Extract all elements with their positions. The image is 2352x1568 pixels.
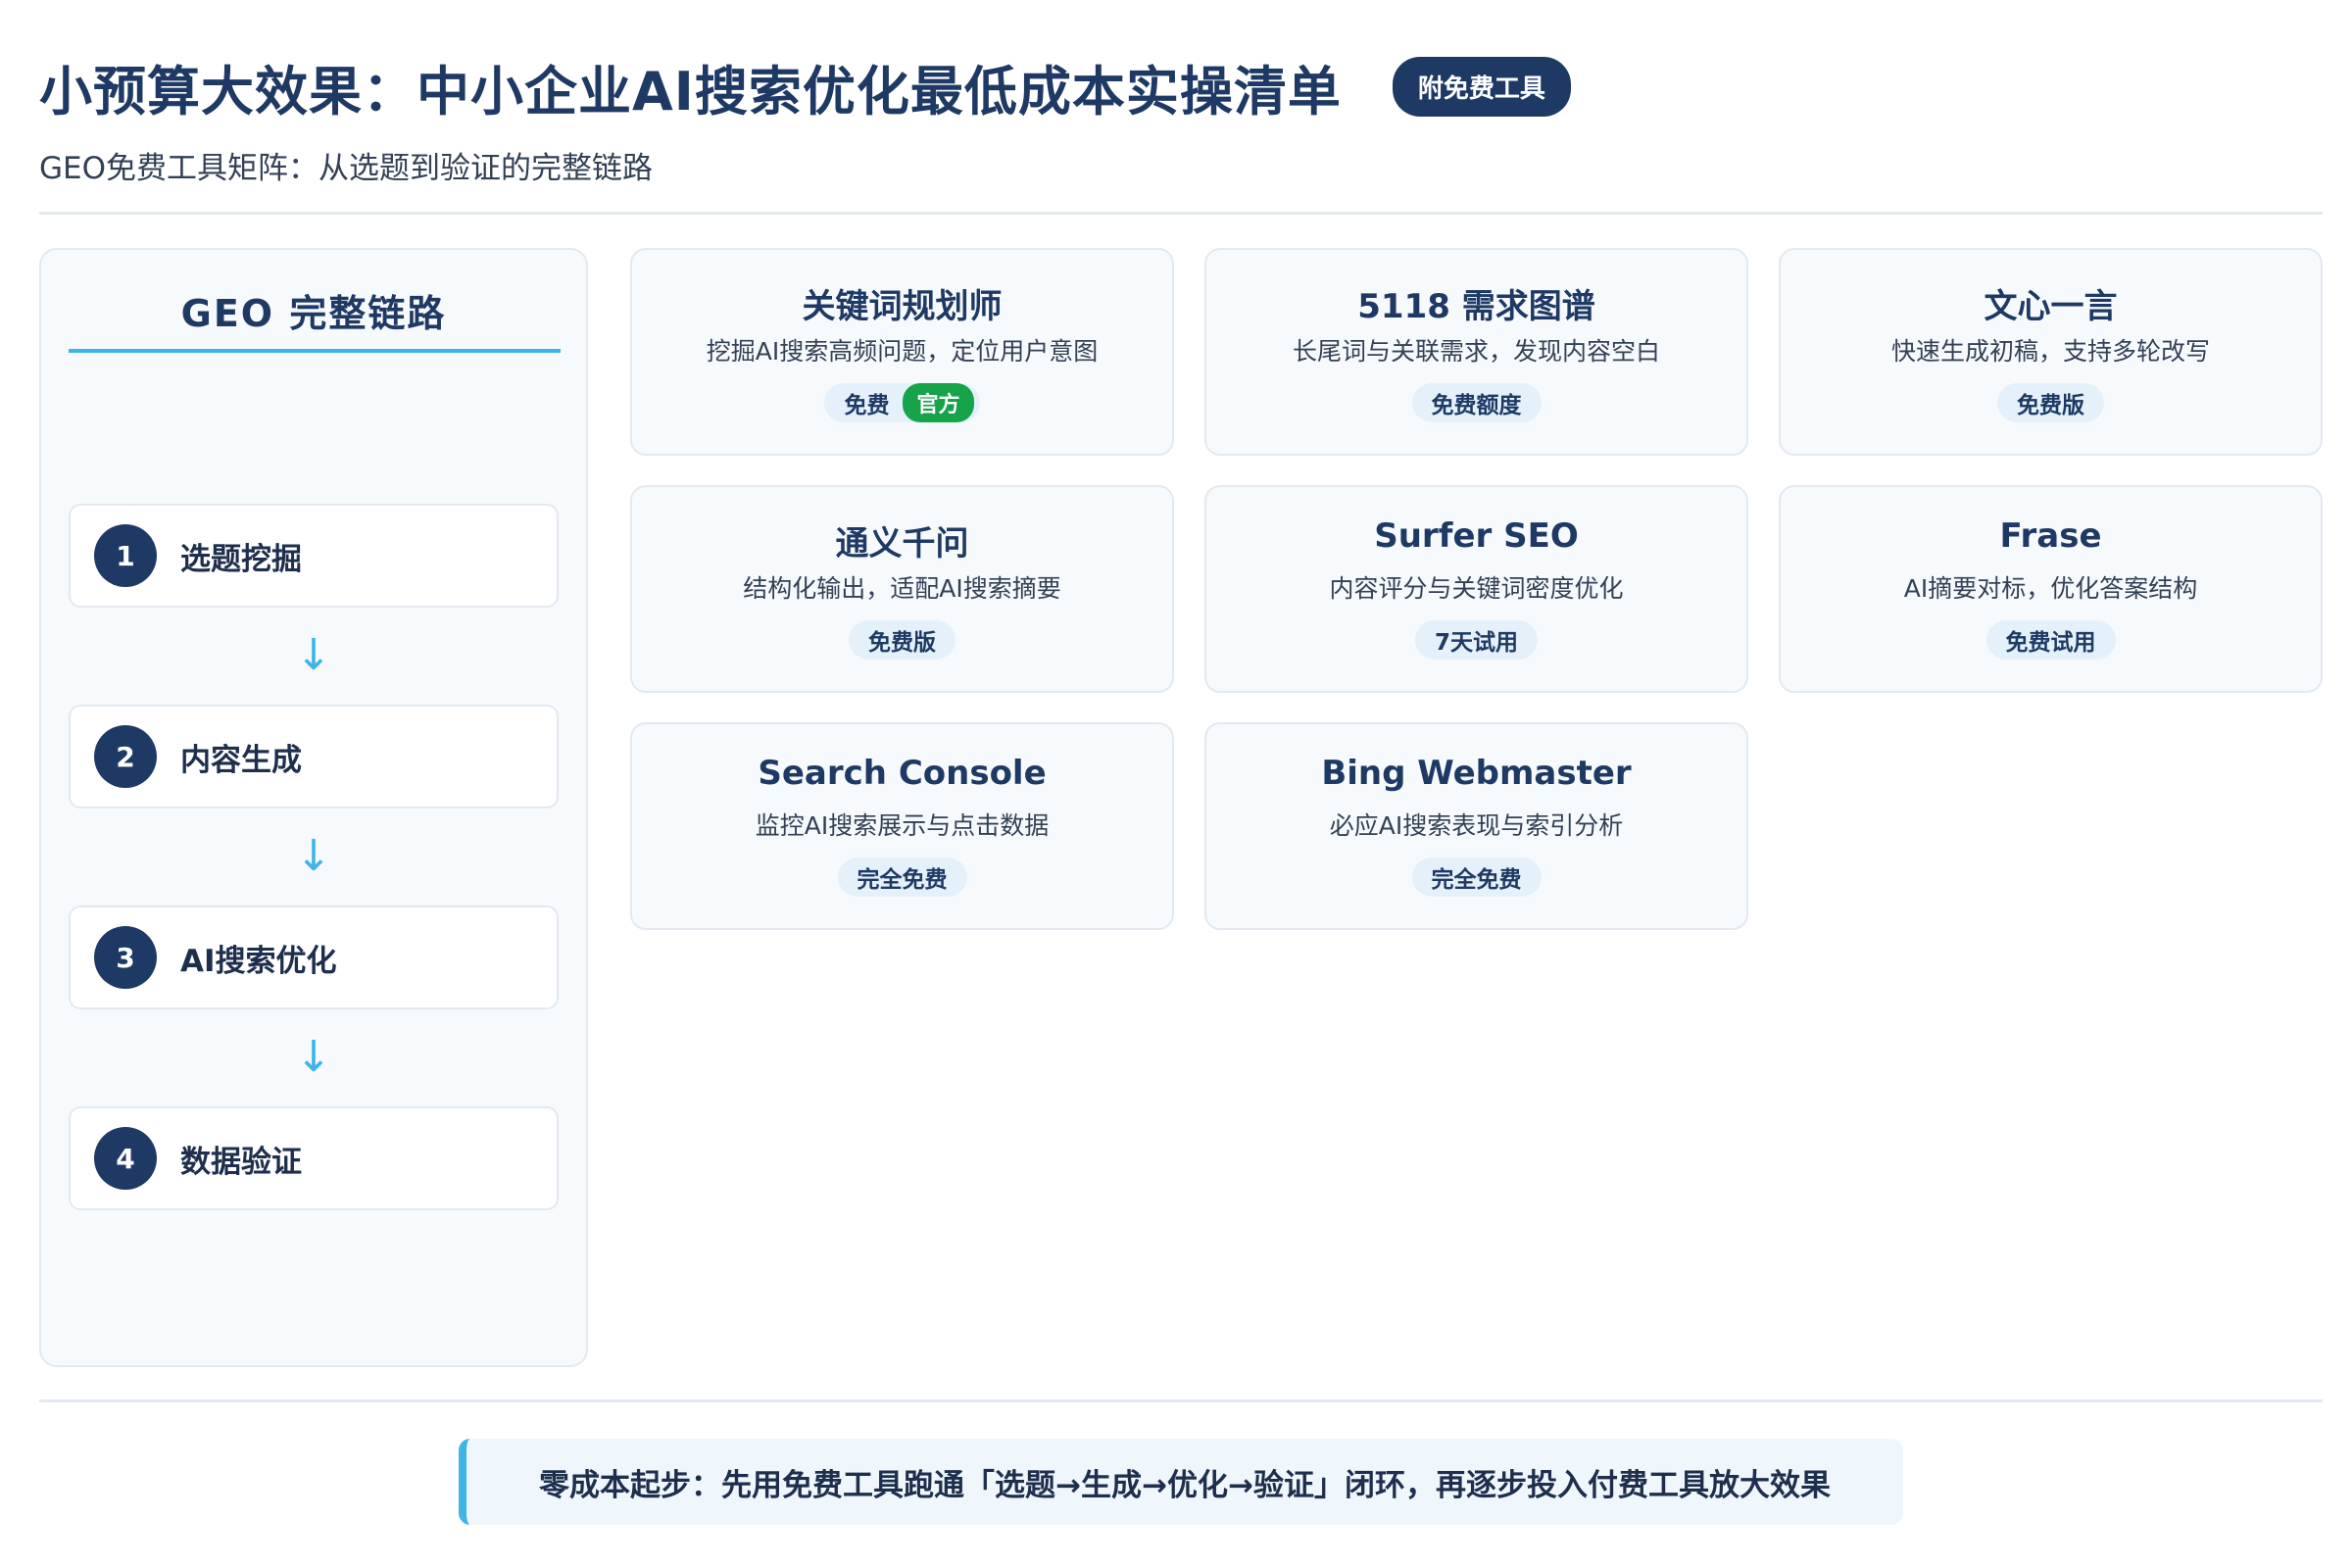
tool-name: Frase: [1999, 516, 2102, 556]
tool-name: 通义千问: [835, 524, 969, 564]
flow-title-underline: [69, 349, 561, 353]
flow-step-1: 1 选题挖掘: [69, 504, 559, 608]
tool-card-search-console: Search Console 监控AI搜索展示与点击数据 完全免费: [630, 722, 1174, 930]
tool-name: Bing Webmaster: [1321, 754, 1632, 793]
tool-name: 5118 需求图谱: [1357, 287, 1595, 326]
tool-name: Search Console: [758, 754, 1047, 793]
tool-tag: 免费试用: [1985, 620, 2116, 660]
down-arrow-icon: ↓: [295, 831, 332, 881]
page-title: 小预算大效果：中小企业AI搜索优化最低成本实操清单: [39, 60, 1342, 122]
free-tools-badge: 附免费工具: [1392, 56, 1571, 117]
tool-tag-label: 完全免费: [857, 867, 948, 893]
tool-tags: 免费 官方: [632, 383, 1172, 422]
tool-tag: 免费额度: [1411, 383, 1542, 422]
step-number: 3: [94, 926, 157, 989]
tool-tag: 7天试用: [1414, 620, 1538, 660]
step-number: 4: [94, 1127, 157, 1190]
footer-divider: [39, 1399, 2323, 1402]
flow-step-4: 4 数据验证: [69, 1106, 559, 1210]
header-divider: [39, 212, 2323, 215]
tool-description: 必应AI搜索表现与索引分析: [1329, 811, 1624, 840]
tool-tags: 免费试用: [1781, 620, 2321, 660]
tool-tags: 完全免费: [632, 858, 1172, 897]
tool-tag-label: 免费额度: [1431, 393, 1522, 418]
tool-tag: 免费版: [849, 620, 956, 660]
tool-card-wenxin: 文心一言 快速生成初稿，支持多轮改写 免费版: [1779, 248, 2323, 456]
tool-tag: 完全免费: [1411, 858, 1542, 897]
tool-tags: 免费版: [1781, 383, 2321, 422]
tool-tag-label: 免费试用: [2005, 630, 2096, 656]
flow-step-3: 3 AI搜索优化: [69, 906, 559, 1009]
tool-card-keyword-planner: 关键词规划师 挖掘AI搜索高频问题，定位用户意图 免费 官方: [630, 248, 1174, 456]
tool-tags: 免费版: [632, 620, 1172, 660]
tool-card-bing-webmaster: Bing Webmaster 必应AI搜索表现与索引分析 完全免费: [1204, 722, 1748, 930]
tool-description: AI摘要对标，优化答案结构: [1903, 574, 2198, 603]
official-tag: 官方: [903, 383, 974, 422]
step-number: 1: [94, 524, 157, 587]
tool-description: 监控AI搜索展示与点击数据: [755, 811, 1050, 840]
tool-description: 结构化输出，适配AI搜索摘要: [743, 574, 1061, 603]
step-label: 数据验证: [180, 1144, 302, 1180]
tool-tag: 免费版: [1997, 383, 2104, 422]
tool-description: 内容评分与关键词密度优化: [1329, 574, 1624, 603]
title-row: 小预算大效果：中小企业AI搜索优化最低成本实操清单 附免费工具: [39, 51, 2323, 122]
step-label: 选题挖掘: [180, 541, 302, 577]
header: 小预算大效果：中小企业AI搜索优化最低成本实操清单 附免费工具 GEO免费工具矩…: [39, 51, 2323, 186]
step-number: 2: [94, 725, 157, 788]
down-arrow-icon: ↓: [295, 630, 332, 680]
tool-description: 挖掘AI搜索高频问题，定位用户意图: [706, 337, 1099, 366]
page: 小预算大效果：中小企业AI搜索优化最低成本实操清单 附免费工具 GEO免费工具矩…: [39, 0, 2323, 1568]
tool-card-tongyi: 通义千问 结构化输出，适配AI搜索摘要 免费版: [630, 485, 1174, 693]
step-label: AI搜索优化: [180, 943, 337, 979]
down-arrow-icon: ↓: [295, 1032, 332, 1082]
tool-tag-label: 完全免费: [1431, 867, 1522, 893]
tool-tags: 免费额度: [1206, 383, 1746, 422]
tool-name: Surfer SEO: [1374, 516, 1579, 556]
tool-tags: 完全免费: [1206, 858, 1746, 897]
page-subtitle: GEO免费工具矩阵：从选题到验证的完整链路: [39, 151, 654, 186]
tool-card-5118: 5118 需求图谱 长尾词与关联需求，发现内容空白 免费额度: [1204, 248, 1748, 456]
tool-tag-label: 免费版: [2017, 393, 2084, 418]
tool-card-surfer-seo: Surfer SEO 内容评分与关键词密度优化 7天试用: [1204, 485, 1748, 693]
tool-tag-label: 7天试用: [1434, 630, 1518, 656]
tool-tag: 免费 官方: [824, 383, 980, 422]
tool-tags: 7天试用: [1206, 620, 1746, 660]
tool-name: 文心一言: [1984, 287, 2118, 326]
step-label: 内容生成: [180, 742, 302, 778]
tool-tag-label: 免费: [844, 393, 890, 418]
footer-callout: 零成本起步：先用免费工具跑通「选题→生成→优化→验证」闭环，再逐步投入付费工具放…: [459, 1439, 1903, 1525]
tool-name: 关键词规划师: [802, 287, 1003, 326]
tool-description: 快速生成初稿，支持多轮改写: [1890, 337, 2210, 366]
flow-panel: GEO 完整链路 1 选题挖掘 ↓ 2 内容生成 ↓ 3 AI搜索优化 ↓ 4 …: [39, 248, 588, 1367]
tool-card-frase: Frase AI摘要对标，优化答案结构 免费试用: [1779, 485, 2323, 693]
tool-tag: 完全免费: [837, 858, 967, 897]
tool-description: 长尾词与关联需求，发现内容空白: [1292, 337, 1660, 366]
flow-title: GEO 完整链路: [180, 292, 447, 335]
flow-step-2: 2 内容生成: [69, 705, 559, 808]
tool-tag-label: 免费版: [868, 630, 936, 656]
